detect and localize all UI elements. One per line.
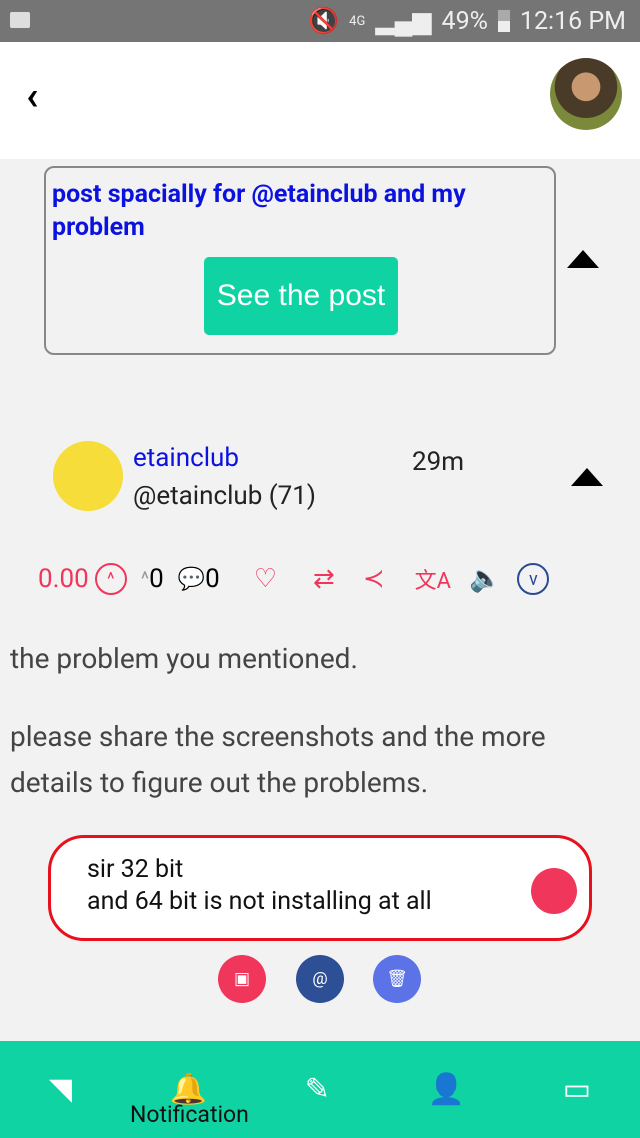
battery-level: 49% [441, 6, 488, 36]
resteem-icon[interactable]: ⇄ [313, 564, 335, 594]
reply-line: and 64 bit is not installing at all [87, 887, 432, 916]
vote-count-icon: ^ [140, 567, 150, 591]
share-icon[interactable]: ≺ [363, 564, 385, 594]
reply-input[interactable]: sir 32 bit and 64 bit is not installing … [48, 835, 592, 941]
bottom-nav: ◥ 🔔 ✎ 👤 ▭ Notification [0, 1041, 640, 1138]
signal-icon: ▂▄▆ [375, 7, 432, 36]
back-button[interactable]: ‹ [26, 72, 38, 119]
user-avatar[interactable] [550, 58, 622, 130]
translate-icon[interactable]: 文A [415, 563, 451, 595]
clock: 12:16 PM [519, 6, 626, 36]
reply-line: sir 32 bit [87, 855, 184, 884]
action-bar: 0.00 ^ ^ 0 💬 0 ♡ ⇄ ≺ 文A 🔈 v [38, 563, 550, 595]
comment-icon[interactable]: 💬 [178, 567, 205, 592]
speaker-icon[interactable]: 🔈 [469, 564, 501, 594]
body-paragraph: the problem you mentioned. [10, 642, 358, 675]
comment-count: 0 [205, 564, 220, 594]
pencil-icon[interactable]: ✎ [305, 1072, 330, 1107]
linked-post-title: post spacially for @etainclub and my pro… [52, 180, 466, 242]
mute-icon: 🔇 [308, 6, 340, 36]
feed-icon[interactable]: ◥ [49, 1072, 72, 1107]
author-name[interactable]: etainclub [133, 443, 239, 473]
collapse-triangle-icon[interactable] [567, 250, 599, 268]
body-paragraph: please share the screenshots and the mor… [10, 720, 546, 799]
chevron-down-icon[interactable]: v [517, 563, 550, 595]
status-bar: 🔇 4G ▂▄▆ 49% 12:16 PM [0, 0, 640, 42]
comment-time: 29m [412, 447, 465, 477]
header: ‹ [0, 42, 640, 159]
see-post-button[interactable]: See the post [204, 257, 398, 335]
profile-icon[interactable]: 👤 [428, 1072, 465, 1107]
heart-icon[interactable]: ♡ [254, 564, 277, 594]
delete-button[interactable]: 🗑 [373, 955, 421, 1003]
collapse-triangle-icon[interactable] [571, 468, 603, 486]
notification-label[interactable]: Notification [130, 1101, 249, 1128]
vote-count: 0 [149, 564, 164, 594]
mention-button[interactable]: @ [296, 955, 344, 1003]
mail-icon [10, 12, 30, 28]
loading-spinner-icon[interactable] [531, 868, 577, 914]
network-label: 4G [349, 13, 366, 29]
payout-value: 0.00 [38, 564, 89, 594]
battery-icon [497, 10, 510, 32]
author-handle: @etainclub (71) [133, 481, 316, 511]
wallet-icon[interactable]: ▭ [563, 1072, 591, 1107]
image-upload-button[interactable]: ▣ [218, 955, 266, 1003]
author-avatar[interactable] [53, 441, 123, 511]
upvote-button[interactable]: ^ [94, 563, 127, 595]
linked-post-card: post spacially for @etainclub and my pro… [44, 166, 556, 355]
